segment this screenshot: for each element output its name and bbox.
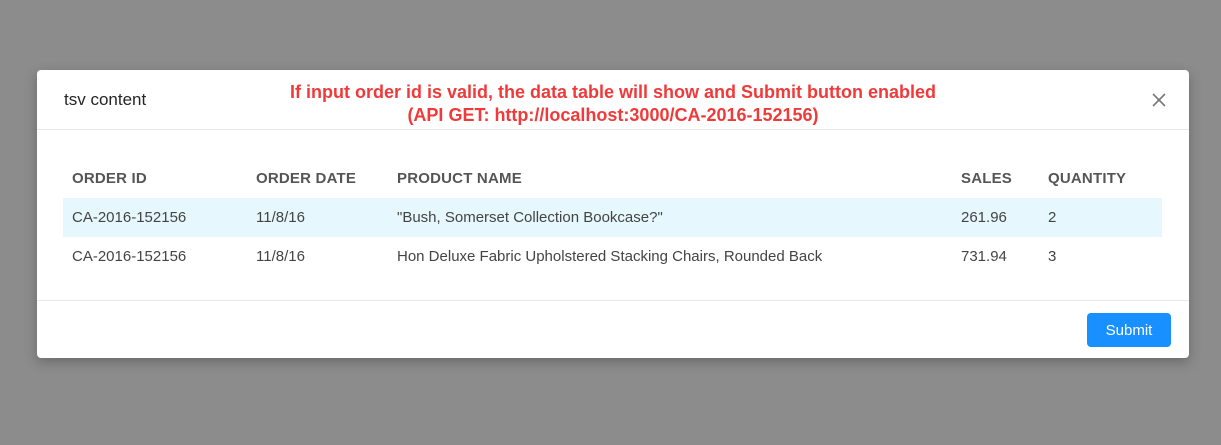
header-product-name: PRODUCT NAME <box>397 169 522 187</box>
cell-order-id: CA-2016-152156 <box>72 248 187 265</box>
order-table: ORDER ID ORDER DATE PRODUCT NAME SALES Q… <box>63 158 1162 276</box>
cell-sales: 731.94 <box>961 248 1007 265</box>
header-sales: SALES <box>961 169 1013 187</box>
close-button[interactable] <box>1149 90 1169 110</box>
header-quantity: QUANTITY <box>1048 169 1127 187</box>
cell-order-date: 11/8/16 <box>256 248 305 265</box>
table-row[interactable]: CA-2016-152156 11/8/16 Hon Deluxe Fabric… <box>63 237 1162 276</box>
cell-quantity: 3 <box>1048 248 1057 265</box>
cell-product-name: "Bush, Somerset Collection Bookcase?" <box>388 198 952 237</box>
close-icon <box>1152 93 1166 107</box>
table-row[interactable]: CA-2016-152156 11/8/16 "Bush, Somerset C… <box>63 198 1162 237</box>
cell-order-id: CA-2016-152156 <box>63 198 247 237</box>
modal-body: ORDER ID ORDER DATE PRODUCT NAME SALES Q… <box>37 130 1189 299</box>
annotation-text: If input order id is valid, the data tab… <box>37 81 1189 127</box>
cell-order-date: 11/8/16 <box>247 198 388 237</box>
header-order-id: ORDER ID <box>72 169 147 187</box>
cell-quantity: 2 <box>1039 198 1162 237</box>
submit-button[interactable]: Submit <box>1087 313 1171 347</box>
annotation-line-2: (API GET: http://localhost:3000/CA-2016-… <box>407 105 819 125</box>
header-order-date: ORDER DATE <box>256 169 357 187</box>
cell-product-name: Hon Deluxe Fabric Upholstered Stacking C… <box>397 248 823 265</box>
table-header-row: ORDER ID ORDER DATE PRODUCT NAME SALES Q… <box>63 158 1162 198</box>
modal-header: tsv content If input order id is valid, … <box>37 70 1189 130</box>
tsv-content-modal: tsv content If input order id is valid, … <box>37 70 1189 358</box>
cell-sales: 261.96 <box>952 198 1039 237</box>
annotation-line-1: If input order id is valid, the data tab… <box>289 82 937 102</box>
modal-footer: Submit <box>37 300 1189 358</box>
